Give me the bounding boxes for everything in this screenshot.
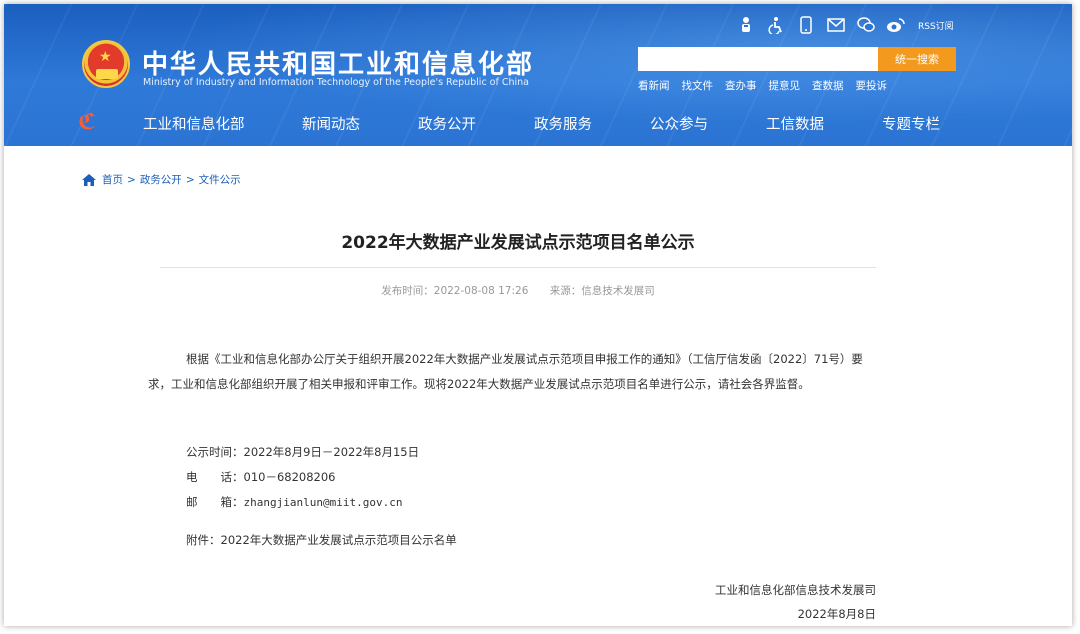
info-line-phone: 电 话：010－68208206 bbox=[186, 465, 419, 490]
info-value: 010－68208206 bbox=[243, 470, 336, 484]
nav-item-gov-services[interactable]: 政务服务 bbox=[534, 113, 592, 134]
article-source: 来源：信息技术发展司 bbox=[549, 285, 655, 297]
breadcrumb-file-notice[interactable]: 文件公示 bbox=[199, 172, 241, 187]
search-button[interactable]: 统一搜索 bbox=[878, 47, 956, 71]
breadcrumb-separator: > bbox=[127, 173, 136, 186]
rss-link[interactable]: RSS订阅 bbox=[918, 19, 954, 32]
breadcrumb-home[interactable]: 首页 bbox=[102, 172, 123, 187]
info-line-period: 公示时间：2022年8月9日－2022年8月15日 bbox=[186, 440, 419, 465]
nav-item-news[interactable]: 新闻动态 bbox=[302, 113, 360, 134]
attachment-link[interactable]: 2022年大数据产业发展试点示范项目公示名单 bbox=[221, 533, 457, 547]
article-body: 根据《工业和信息化部办公厅关于组织开展2022年大数据产业发展试点示范项目申报工… bbox=[148, 352, 863, 391]
nav-logo-icon[interactable]: ℭ bbox=[78, 112, 100, 134]
mascot-icon[interactable] bbox=[736, 15, 756, 35]
site-title[interactable]: 中华人民共和国工业和信息化部 bbox=[142, 44, 534, 81]
main-nav: ℭ 工业和信息化部 新闻动态 政务公开 政务服务 公众参与 工信数据 专题专栏 bbox=[4, 104, 1072, 144]
info-label: 邮 箱： bbox=[186, 495, 244, 509]
nav-item-public-participation[interactable]: 公众参与 bbox=[650, 113, 708, 134]
wechat-icon[interactable] bbox=[856, 15, 876, 35]
signature-date: 2022年8月8日 bbox=[797, 607, 876, 621]
contact-info: 公示时间：2022年8月9日－2022年8月15日 电 话：010－682082… bbox=[186, 440, 419, 515]
top-icon-bar: RSS订阅 bbox=[736, 14, 954, 36]
info-label: 电 话： bbox=[186, 470, 244, 484]
signature: 工业和信息化部信息技术发展司 2022年8月8日 bbox=[604, 578, 876, 626]
attachment: 附件：2022年大数据产业发展试点示范项目公示名单 bbox=[186, 532, 457, 548]
publish-time: 发布时间：2022-08-08 17:26 bbox=[381, 285, 529, 297]
quick-link-files[interactable]: 找文件 bbox=[682, 78, 714, 93]
attachment-label: 附件： bbox=[186, 533, 221, 547]
quick-link-complaint[interactable]: 要投诉 bbox=[856, 78, 888, 93]
home-icon[interactable] bbox=[82, 173, 96, 186]
nav-item-data[interactable]: 工信数据 bbox=[766, 113, 824, 134]
info-line-email: 邮 箱：zhangjianlun@miit.gov.cn bbox=[186, 490, 419, 515]
quick-link-data[interactable]: 查数据 bbox=[812, 78, 844, 93]
search-box: 统一搜索 bbox=[638, 47, 956, 71]
search-input[interactable] bbox=[638, 47, 878, 71]
weibo-icon[interactable] bbox=[886, 15, 906, 35]
breadcrumb: 首页 > 政务公开 > 文件公示 bbox=[82, 172, 241, 187]
article-title: 2022年大数据产业发展试点示范项目名单公示 bbox=[341, 233, 695, 253]
site-header: ★ 中华人民共和国工业和信息化部 Ministry of Industry an… bbox=[4, 4, 1072, 146]
mobile-icon[interactable] bbox=[796, 15, 816, 35]
quick-link-feedback[interactable]: 提意见 bbox=[769, 78, 801, 93]
info-value: zhangjianlun@miit.gov.cn bbox=[243, 496, 403, 509]
page-frame: ★ 中华人民共和国工业和信息化部 Ministry of Industry an… bbox=[4, 4, 1072, 626]
mail-icon[interactable] bbox=[826, 15, 846, 35]
nav-item-ministry[interactable]: 工业和信息化部 bbox=[143, 113, 245, 134]
quick-link-news[interactable]: 看新闻 bbox=[638, 78, 670, 93]
national-emblem-icon[interactable]: ★ bbox=[82, 40, 130, 88]
breadcrumb-separator: > bbox=[185, 173, 195, 186]
site-subtitle: Ministry of Industry and Information Tec… bbox=[143, 77, 529, 88]
breadcrumb-gov-affairs[interactable]: 政务公开 bbox=[140, 172, 182, 187]
title-divider bbox=[160, 267, 876, 268]
quick-link-services[interactable]: 查办事 bbox=[725, 78, 757, 93]
accessibility-icon[interactable] bbox=[766, 15, 786, 35]
quick-links: 看新闻 找文件 查办事 提意见 查数据 要投诉 bbox=[638, 78, 887, 93]
nav-item-gov-affairs[interactable]: 政务公开 bbox=[418, 113, 476, 134]
nav-item-topics[interactable]: 专题专栏 bbox=[882, 113, 940, 134]
signature-org: 工业和信息化部信息技术发展司 bbox=[715, 583, 876, 597]
info-value: 2022年8月9日－2022年8月15日 bbox=[243, 445, 420, 459]
article-meta: 发布时间：2022-08-08 17:26 来源：信息技术发展司 bbox=[160, 283, 876, 298]
info-label: 公示时间： bbox=[186, 445, 244, 459]
